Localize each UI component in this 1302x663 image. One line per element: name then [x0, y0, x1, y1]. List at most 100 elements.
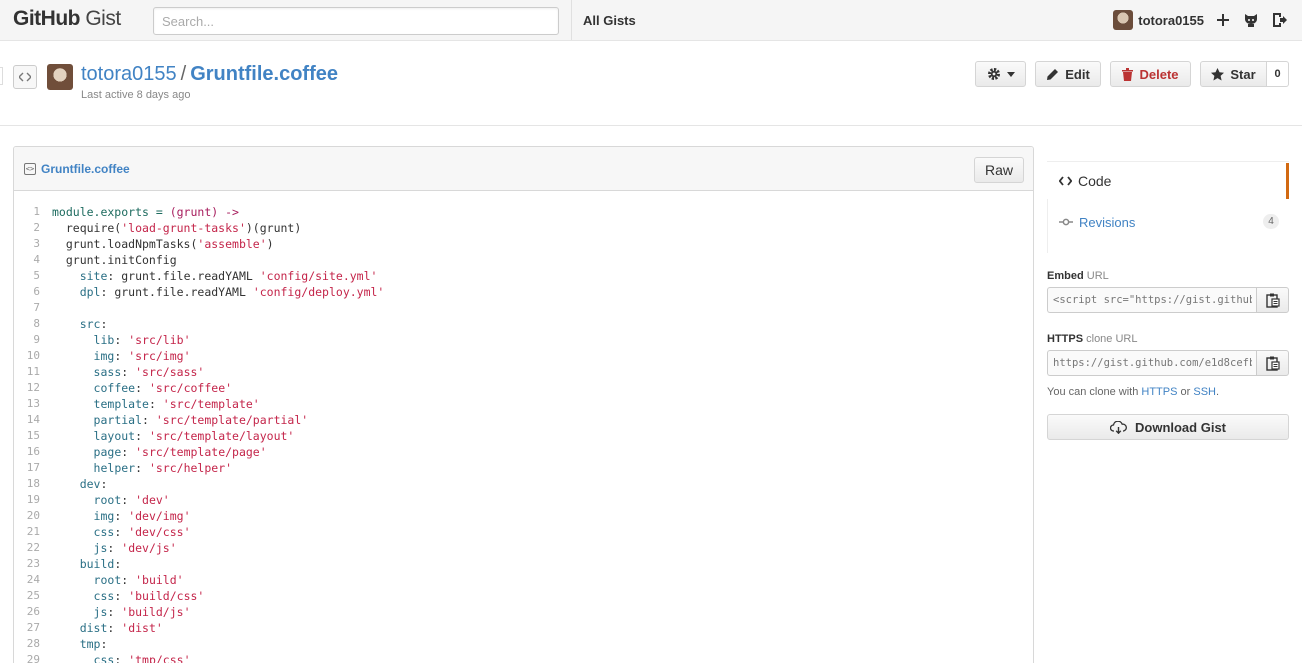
line-number[interactable]: 21 — [14, 524, 48, 540]
logo-light-text: Gist — [85, 7, 121, 30]
sign-out-icon[interactable] — [1270, 11, 1288, 29]
line-code: img: 'dev/img' — [93, 509, 191, 523]
owner-link[interactable]: totora0155 — [81, 63, 177, 85]
line-number[interactable]: 6 — [14, 284, 48, 300]
copy-clone-button[interactable] — [1256, 350, 1289, 376]
download-gist-button[interactable]: Download Gist — [1047, 414, 1289, 440]
gear-icon — [987, 68, 1000, 80]
octocat-icon[interactable] — [1242, 11, 1260, 29]
code-line: 20 img: 'dev/img' — [14, 508, 1033, 524]
star-icon — [1211, 67, 1225, 80]
gist-title-area: totora0155/Gruntfile.coffee Last active … — [0, 41, 1302, 126]
file-code-icon: <> — [24, 163, 36, 175]
pencil-icon — [1047, 68, 1059, 80]
line-number[interactable]: 17 — [14, 460, 48, 476]
line-number[interactable]: 15 — [14, 428, 48, 444]
code-icon — [1059, 176, 1072, 186]
line-code: js: 'dev/js' — [93, 541, 177, 555]
copy-embed-button[interactable] — [1256, 287, 1289, 313]
line-number[interactable]: 7 — [14, 300, 48, 316]
line-number[interactable]: 13 — [14, 396, 48, 412]
code-line: 28 tmp: — [14, 636, 1033, 652]
github-gist-logo[interactable]: GitHub Gist — [13, 7, 121, 31]
line-number[interactable]: 8 — [14, 316, 48, 332]
line-code: site: grunt.file.readYAML 'config/site.y… — [79, 269, 378, 283]
line-number[interactable]: 20 — [14, 508, 48, 524]
code-view: 1 module.exports = (grunt) -> 2 require('l… — [14, 192, 1033, 663]
user-nav: totora0155 — [1113, 9, 1288, 31]
clone-https-link[interactable]: HTTPS — [1141, 386, 1177, 398]
embed-label-bold: Embed — [1047, 270, 1084, 282]
https-label-bold: HTTPS — [1047, 333, 1084, 345]
title-separator: / — [180, 63, 187, 85]
line-number[interactable]: 9 — [14, 332, 48, 348]
code-line: 26 js: 'build/js' — [14, 604, 1033, 620]
line-number[interactable]: 25 — [14, 588, 48, 604]
sidebar-top-divider — [1047, 150, 1289, 162]
line-code: js: 'build/js' — [93, 605, 191, 619]
line-number[interactable]: 5 — [14, 268, 48, 284]
line-number[interactable]: 23 — [14, 556, 48, 572]
line-number[interactable]: 26 — [14, 604, 48, 620]
username-link[interactable]: totora0155 — [1138, 13, 1204, 28]
clone-ssh-link[interactable]: SSH — [1193, 386, 1216, 398]
line-code: root: 'dev' — [93, 493, 170, 507]
line-number[interactable]: 3 — [14, 236, 48, 252]
line-code: module.exports = (grunt) -> — [52, 205, 239, 219]
raw-button[interactable]: Raw — [974, 157, 1024, 183]
code-line: 2 require('load-grunt-tasks')(grunt) — [14, 220, 1033, 236]
avatar[interactable] — [1113, 10, 1134, 30]
line-number[interactable]: 24 — [14, 572, 48, 588]
last-active-text: Last active 8 days ago — [81, 89, 191, 101]
download-gist-label: Download Gist — [1135, 419, 1226, 435]
code-line: 4 grunt.initConfig — [14, 252, 1033, 268]
code-line: 16 page: 'src/template/page' — [14, 444, 1033, 460]
line-number[interactable]: 4 — [14, 252, 48, 268]
line-number[interactable]: 10 — [14, 348, 48, 364]
line-number[interactable]: 19 — [14, 492, 48, 508]
line-number[interactable]: 16 — [14, 444, 48, 460]
settings-dropdown-button[interactable] — [975, 61, 1026, 87]
line-number[interactable]: 2 — [14, 220, 48, 236]
file-container: <> Gruntfile.coffee Raw 1 module.exports … — [13, 146, 1034, 663]
line-number[interactable]: 11 — [14, 364, 48, 380]
line-number[interactable]: 22 — [14, 540, 48, 556]
edit-button[interactable]: Edit — [1035, 61, 1101, 87]
line-code: css: 'dev/css' — [93, 525, 191, 539]
line-code: helper: 'src/helper' — [93, 461, 233, 475]
file-name-link[interactable]: Gruntfile.coffee — [41, 162, 130, 176]
tab-code[interactable]: Code — [1047, 163, 1289, 199]
embed-url-label: Embed URL — [1047, 270, 1109, 282]
clone-note-prefix: You can clone with — [1047, 386, 1142, 398]
embed-url-field[interactable] — [1047, 287, 1257, 313]
search-input[interactable] — [153, 7, 559, 35]
line-code: dpl: grunt.file.readYAML 'config/deploy.… — [79, 285, 385, 299]
line-number[interactable]: 18 — [14, 476, 48, 492]
code-line: 19 root: 'dev' — [14, 492, 1033, 508]
line-code: css: 'tmp/css' — [93, 653, 191, 663]
line-number[interactable]: 14 — [14, 412, 48, 428]
code-line: 11 sass: 'src/sass' — [14, 364, 1033, 380]
gist-name-link[interactable]: Gruntfile.coffee — [190, 63, 338, 85]
code-line: 21 css: 'dev/css' — [14, 524, 1033, 540]
line-number[interactable]: 29 — [14, 652, 48, 663]
star-button[interactable]: Star — [1200, 61, 1267, 87]
delete-button[interactable]: Delete — [1110, 61, 1191, 87]
all-gists-link[interactable]: All Gists — [583, 13, 636, 28]
code-line: 9 lib: 'src/lib' — [14, 332, 1033, 348]
git-commit-icon — [1059, 218, 1073, 226]
line-number[interactable]: 27 — [14, 620, 48, 636]
line-code: sass: 'src/sass' — [93, 365, 205, 379]
collapse-handle[interactable] — [0, 67, 3, 85]
owner-avatar[interactable] — [47, 64, 73, 90]
https-clone-field[interactable] — [1047, 350, 1257, 376]
line-number[interactable]: 1 — [14, 204, 48, 220]
tab-revisions[interactable]: Revisions 4 — [1047, 204, 1289, 240]
star-count[interactable]: 0 — [1267, 61, 1289, 87]
plus-icon[interactable] — [1214, 11, 1232, 29]
line-number[interactable]: 12 — [14, 380, 48, 396]
code-line: 27 dist: 'dist' — [14, 620, 1033, 636]
line-number[interactable]: 28 — [14, 636, 48, 652]
code-line: 10 img: 'src/img' — [14, 348, 1033, 364]
cloud-download-icon — [1110, 420, 1127, 434]
